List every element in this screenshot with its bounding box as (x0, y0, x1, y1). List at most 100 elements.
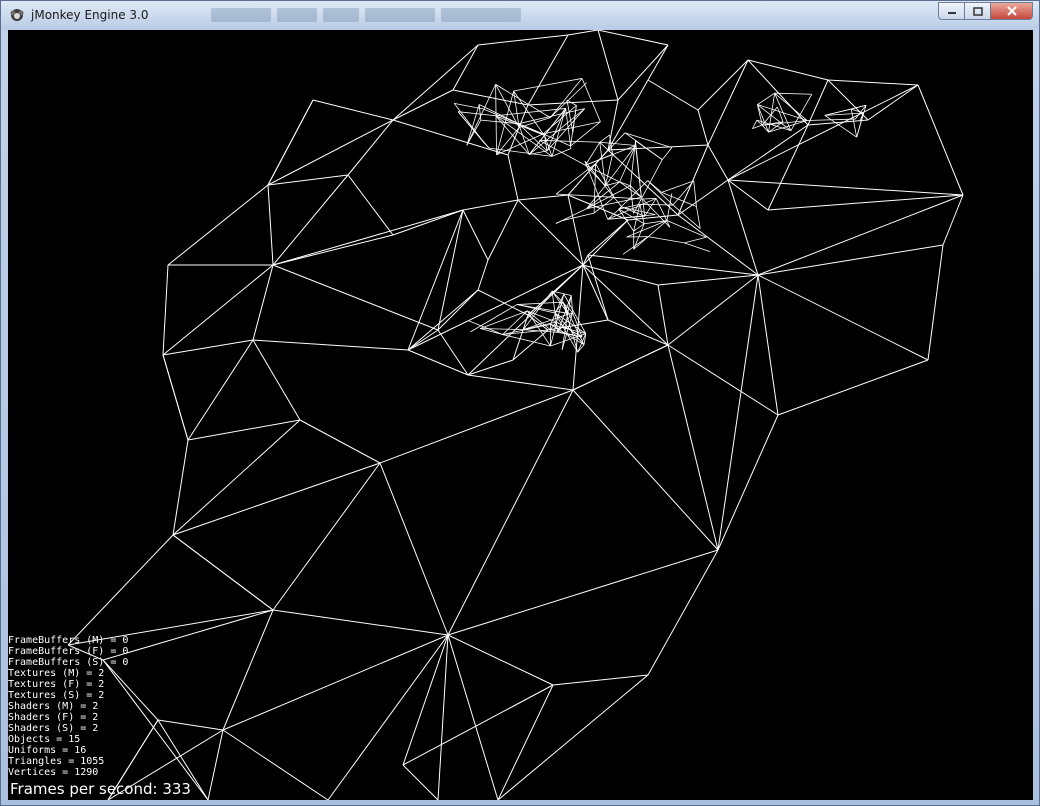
mesh-edge (272, 174, 349, 266)
mesh-edge (607, 79, 649, 151)
mesh-edge (222, 729, 329, 800)
mesh-edge (347, 174, 394, 236)
mesh-edge (633, 220, 668, 250)
maximize-button[interactable] (964, 2, 990, 20)
mesh-edge (757, 244, 944, 276)
mesh-edge (777, 359, 929, 416)
mesh-edge (717, 274, 759, 551)
mesh-edge (402, 764, 439, 800)
mesh-edge (776, 106, 784, 122)
mesh-edge (727, 179, 964, 196)
mesh-edge (162, 264, 169, 356)
mesh-edge (477, 34, 569, 46)
stat-line: FrameBuffers (M) = 0 (8, 635, 129, 646)
stat-line: Textures (F) = 2 (8, 679, 105, 690)
mesh-edge (642, 198, 657, 200)
mesh-edge (327, 634, 449, 800)
mesh-edge (67, 534, 174, 646)
mesh-edge (774, 93, 792, 131)
mesh-edge (517, 199, 584, 266)
mesh-edge (437, 289, 479, 331)
mesh-edge (379, 462, 449, 636)
mesh-edge (727, 84, 919, 181)
mesh-edge (272, 264, 439, 331)
mesh-edge (717, 414, 779, 551)
mesh-edge (272, 609, 449, 636)
render-viewport[interactable]: FrameBuffers (M) = 0 FrameBuffers (F) = 0… (8, 30, 1033, 800)
mesh-edge (584, 160, 609, 220)
mesh-edge (761, 124, 769, 133)
mesh-edge (513, 78, 583, 92)
mesh-edge (447, 389, 574, 636)
jmonkey-app-icon (10, 9, 24, 21)
mesh-edge (774, 92, 808, 121)
mesh-edge (462, 209, 489, 261)
mesh-edge (347, 119, 394, 176)
mesh-edge (172, 534, 274, 611)
mesh-edge (767, 124, 809, 211)
mesh-edge (462, 199, 519, 211)
mesh-edge (607, 144, 709, 151)
mesh-edge (187, 339, 254, 441)
fps-value: 333 (162, 780, 191, 798)
mesh-edge (624, 132, 663, 161)
mesh-edge (655, 198, 671, 228)
mesh-edge (407, 329, 439, 351)
mesh-edge (697, 59, 749, 111)
mesh-edge (586, 185, 631, 210)
mesh-edge (697, 109, 709, 146)
stat-line: FrameBuffers (S) = 0 (8, 657, 129, 668)
mesh-edge (572, 344, 669, 391)
mesh-edge (647, 236, 685, 244)
mesh-edge (747, 59, 829, 81)
mesh-edge (162, 264, 274, 356)
mesh-edge (727, 124, 809, 181)
fps-label: Frames per second: (10, 780, 158, 798)
mesh-edge (666, 220, 707, 238)
minimize-button[interactable] (938, 2, 964, 20)
mesh-edge (597, 30, 669, 46)
mesh-edge (567, 194, 584, 266)
mesh-edge (585, 153, 613, 166)
mesh-edge (392, 209, 464, 236)
mesh-edge (392, 44, 479, 121)
stat-line: Textures (S) = 2 (8, 690, 105, 701)
mesh-edge (447, 634, 499, 800)
mesh-edge (517, 194, 569, 201)
stat-line: Shaders (F) = 2 (8, 712, 99, 723)
mesh-edge (582, 264, 609, 321)
mesh-edge (407, 349, 469, 376)
mesh-edge (392, 89, 454, 121)
mesh-edge (527, 34, 569, 106)
mesh-edge (407, 264, 584, 351)
mesh-edge (407, 289, 479, 351)
window-title: jMonkey Engine 3.0 (31, 8, 149, 22)
mesh-edge (586, 181, 620, 210)
mesh-edge (807, 79, 829, 126)
mesh-edge (667, 274, 759, 346)
stat-line: Shaders (S) = 2 (8, 723, 99, 734)
mesh-edge (587, 254, 609, 321)
close-button[interactable] (990, 2, 1033, 20)
mesh-edge (757, 104, 808, 121)
title-bar[interactable]: jMonkey Engine 3.0 (1, 1, 1039, 30)
background-window-strip (211, 5, 691, 25)
mesh-edge (582, 254, 589, 266)
mesh-edge (768, 93, 776, 133)
mesh-edge (582, 264, 669, 346)
mesh-edge (619, 181, 631, 187)
mesh-edge (827, 79, 919, 86)
mesh-edge (727, 179, 759, 276)
terrain-wireframe-mesh (67, 30, 964, 800)
mesh-edge (252, 264, 274, 341)
mesh-edge (272, 209, 464, 266)
mesh-edge (747, 59, 809, 126)
mesh-edge (707, 144, 729, 181)
mesh-edge (599, 141, 636, 146)
mesh-edge (507, 154, 519, 201)
mesh-edge (647, 180, 674, 206)
mesh-edge (667, 344, 779, 416)
mesh-edge (552, 674, 649, 686)
mesh-edge (167, 184, 269, 266)
mesh-edge (642, 198, 646, 217)
